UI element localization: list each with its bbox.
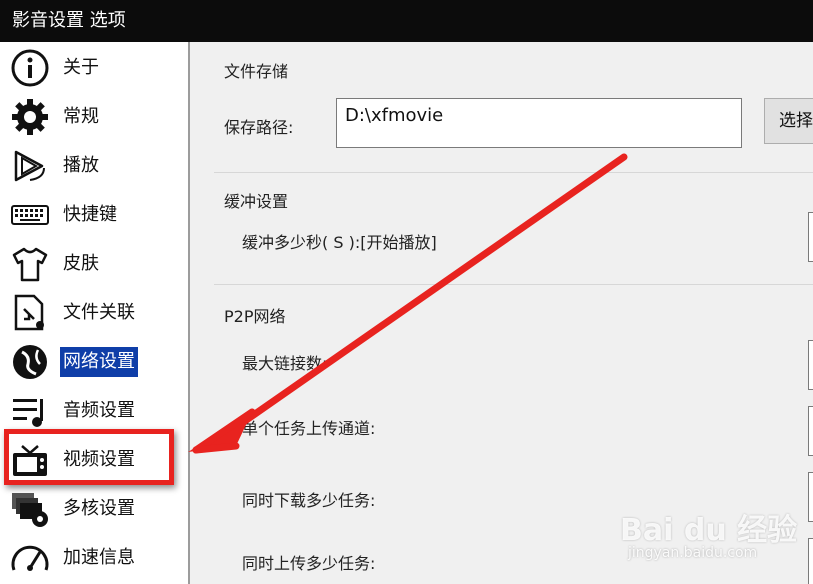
info-icon [10, 48, 50, 88]
concurrent-uploads-label: 同时上传多少任务: [242, 554, 376, 573]
window-title: 影音设置 选项 [0, 0, 813, 42]
speedometer-icon [10, 538, 50, 578]
concurrent-downloads-label: 同时下载多少任务: [242, 491, 376, 510]
sidebar-item-label: 网络设置 [60, 347, 138, 377]
audio-icon [10, 391, 50, 431]
gear-icon [10, 97, 50, 137]
watermark-url: jingyan.baidu.com [628, 545, 758, 561]
sidebar-item-network[interactable]: 网络设置 [0, 338, 188, 384]
upload-channels-input[interactable] [808, 406, 813, 456]
sidebar-item-label: 多核设置 [63, 498, 135, 519]
concurrent-downloads-input[interactable] [808, 472, 813, 522]
choose-path-button[interactable]: 选择 [764, 98, 813, 144]
network-icon [10, 342, 50, 382]
multicore-icon [10, 489, 50, 529]
watermark-logo: Bai du 经验 [620, 513, 798, 548]
play-icon [10, 146, 50, 186]
sidebar-item-label: 关于 [63, 57, 99, 78]
max-links-label: 最大链接数: [242, 354, 328, 373]
divider [214, 172, 813, 173]
sidebar-item-multicore[interactable]: 多核设置 [0, 485, 188, 531]
save-path-label: 保存路径: [224, 118, 294, 137]
buffer-seconds-label: 缓冲多少秒( S ):[开始播放] [242, 233, 437, 252]
save-path-input[interactable]: D:\xfmovie [336, 98, 742, 148]
concurrent-uploads-input[interactable] [808, 538, 813, 584]
file-link-icon [10, 293, 50, 333]
sidebar-item-audio[interactable]: 音频设置 [0, 387, 188, 433]
max-links-input[interactable] [808, 340, 813, 390]
upload-channels-label: 单个任务上传通道: [242, 419, 376, 438]
section-title-p2p: P2P网络 [224, 307, 286, 326]
sidebar-item-label: 皮肤 [63, 253, 99, 274]
watermark: Bai du 经验 jingyan.baidu.com [620, 505, 797, 575]
section-title-storage: 文件存储 [224, 62, 289, 81]
sidebar-item-playback[interactable]: 播放 [0, 142, 188, 188]
sidebar-item-general[interactable]: 常规 [0, 93, 188, 139]
sidebar-item-shortcuts[interactable]: 快捷键 [0, 191, 188, 237]
highlight-annotation [4, 429, 174, 485]
sidebar-item-acceleration[interactable]: 加速信息 [0, 534, 188, 580]
sidebar-item-file-association[interactable]: 文件关联 [0, 289, 188, 335]
sidebar-item-label: 文件关联 [63, 302, 135, 323]
sidebar-item-about[interactable]: 关于 [0, 44, 188, 90]
sidebar-item-label: 常规 [63, 106, 99, 127]
sidebar-item-label: 快捷键 [63, 204, 117, 225]
sidebar-item-label: 音频设置 [63, 400, 135, 421]
sidebar-item-skin[interactable]: 皮肤 [0, 240, 188, 286]
shirt-icon [10, 244, 50, 284]
keyboard-icon [10, 195, 50, 235]
sidebar-item-label: 加速信息 [63, 547, 135, 568]
sidebar: 关于 常规 播放 快捷键 皮肤 文件关联 网络设置 音频设置 视频设置 多核设置… [0, 42, 190, 584]
divider [214, 284, 813, 285]
buffer-seconds-input[interactable] [808, 212, 813, 262]
section-title-buffer: 缓冲设置 [224, 192, 289, 211]
sidebar-item-label: 播放 [63, 155, 99, 176]
